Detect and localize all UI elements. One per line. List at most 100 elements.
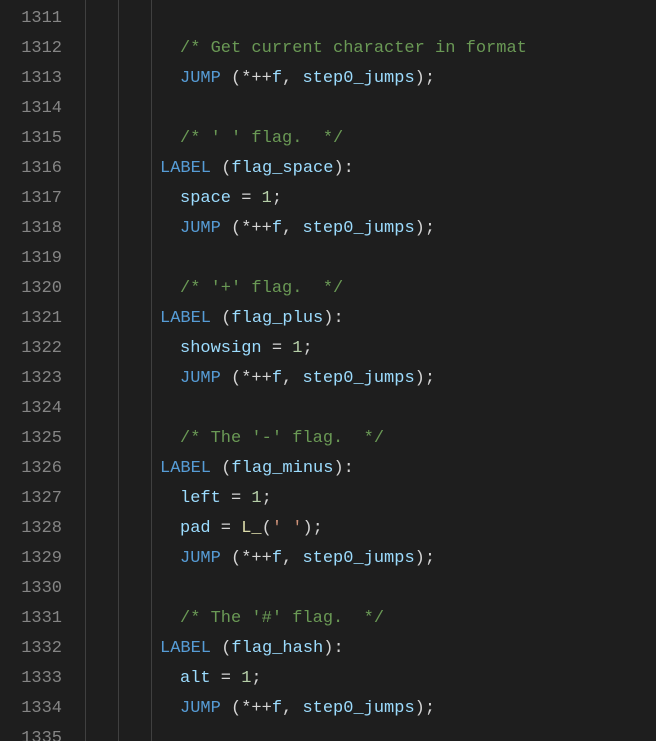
code-token: ):: [333, 159, 353, 178]
code-token: 1: [251, 489, 261, 508]
code-line[interactable]: [80, 574, 656, 604]
code-line[interactable]: space = 1;: [80, 184, 656, 214]
code-token: JUMP: [180, 69, 221, 88]
code-token: (: [211, 639, 231, 658]
code-token: =: [262, 339, 293, 358]
code-line[interactable]: [80, 724, 656, 741]
line-number: 1316: [0, 154, 62, 184]
code-line[interactable]: [80, 4, 656, 34]
code-line[interactable]: left = 1;: [80, 484, 656, 514]
code-token: ,: [282, 69, 302, 88]
code-token: );: [415, 699, 435, 718]
code-line[interactable]: [80, 94, 656, 124]
line-number: 1322: [0, 334, 62, 364]
line-number: 1329: [0, 544, 62, 574]
code-token: LABEL: [160, 639, 211, 658]
code-token: ' ': [272, 519, 303, 538]
line-number: 1333: [0, 664, 62, 694]
code-token: step0_jumps: [302, 69, 414, 88]
code-token: /* Get current character in format: [180, 39, 527, 58]
code-token: /* ' ' flag. */: [180, 129, 343, 148]
line-number: 1313: [0, 64, 62, 94]
code-token: =: [211, 519, 242, 538]
code-line[interactable]: JUMP (*++f, step0_jumps);: [80, 694, 656, 724]
code-token: =: [231, 189, 262, 208]
code-token: LABEL: [160, 309, 211, 328]
code-token: ,: [282, 219, 302, 238]
code-token: (*++: [221, 549, 272, 568]
line-number: 1324: [0, 394, 62, 424]
line-number: 1332: [0, 634, 62, 664]
code-line[interactable]: LABEL (flag_space):: [80, 154, 656, 184]
line-number: 1326: [0, 454, 62, 484]
line-number: 1325: [0, 424, 62, 454]
line-number-gutter: 1311131213131314131513161317131813191320…: [0, 0, 80, 741]
code-token: left: [180, 489, 221, 508]
code-token: ;: [272, 189, 282, 208]
code-token: );: [415, 369, 435, 388]
code-line[interactable]: JUMP (*++f, step0_jumps);: [80, 64, 656, 94]
line-number: 1321: [0, 304, 62, 334]
code-line[interactable]: /* ' ' flag. */: [80, 124, 656, 154]
code-token: ;: [302, 339, 312, 358]
code-token: ):: [333, 459, 353, 478]
code-token: ;: [262, 489, 272, 508]
code-token: f: [272, 219, 282, 238]
code-token: JUMP: [180, 699, 221, 718]
code-line[interactable]: JUMP (*++f, step0_jumps);: [80, 214, 656, 244]
code-line[interactable]: /* The '-' flag. */: [80, 424, 656, 454]
line-number: 1319: [0, 244, 62, 274]
line-number: 1311: [0, 4, 62, 34]
code-token: flag_space: [231, 159, 333, 178]
code-token: ;: [251, 669, 261, 688]
line-number: 1331: [0, 604, 62, 634]
code-line[interactable]: /* Get current character in format: [80, 34, 656, 64]
code-line[interactable]: showsign = 1;: [80, 334, 656, 364]
code-editor[interactable]: 1311131213131314131513161317131813191320…: [0, 0, 656, 741]
code-token: flag_minus: [231, 459, 333, 478]
code-area[interactable]: /* Get current character in format JUMP (…: [80, 0, 656, 741]
code-token: step0_jumps: [302, 219, 414, 238]
code-token: ):: [323, 639, 343, 658]
code-line[interactable]: LABEL (flag_minus):: [80, 454, 656, 484]
code-token: JUMP: [180, 549, 221, 568]
code-line[interactable]: LABEL (flag_hash):: [80, 634, 656, 664]
code-token: );: [302, 519, 322, 538]
code-token: 1: [292, 339, 302, 358]
code-token: ,: [282, 549, 302, 568]
code-token: ,: [282, 699, 302, 718]
code-token: (: [211, 309, 231, 328]
code-token: step0_jumps: [302, 699, 414, 718]
code-token: );: [415, 69, 435, 88]
code-token: );: [415, 549, 435, 568]
line-number: 1323: [0, 364, 62, 394]
code-line[interactable]: LABEL (flag_plus):: [80, 304, 656, 334]
code-token: 1: [262, 189, 272, 208]
code-line[interactable]: alt = 1;: [80, 664, 656, 694]
line-number: 1328: [0, 514, 62, 544]
code-token: step0_jumps: [302, 549, 414, 568]
code-token: flag_hash: [231, 639, 323, 658]
code-token: step0_jumps: [302, 369, 414, 388]
code-token: f: [272, 699, 282, 718]
code-token: /* The '-' flag. */: [180, 429, 384, 448]
code-line[interactable]: /* The '#' flag. */: [80, 604, 656, 634]
code-token: =: [211, 669, 242, 688]
code-token: =: [221, 489, 252, 508]
line-number: 1314: [0, 94, 62, 124]
code-line[interactable]: [80, 394, 656, 424]
code-line[interactable]: JUMP (*++f, step0_jumps);: [80, 364, 656, 394]
code-token: (*++: [221, 699, 272, 718]
code-line[interactable]: /* '+' flag. */: [80, 274, 656, 304]
line-number: 1315: [0, 124, 62, 154]
line-number: 1320: [0, 274, 62, 304]
code-token: L_: [241, 519, 261, 538]
code-token: (*++: [221, 69, 272, 88]
code-line[interactable]: JUMP (*++f, step0_jumps);: [80, 544, 656, 574]
code-token: (: [262, 519, 272, 538]
code-token: showsign: [180, 339, 262, 358]
code-line[interactable]: [80, 244, 656, 274]
line-number: 1318: [0, 214, 62, 244]
code-token: ,: [282, 369, 302, 388]
code-line[interactable]: pad = L_(' ');: [80, 514, 656, 544]
